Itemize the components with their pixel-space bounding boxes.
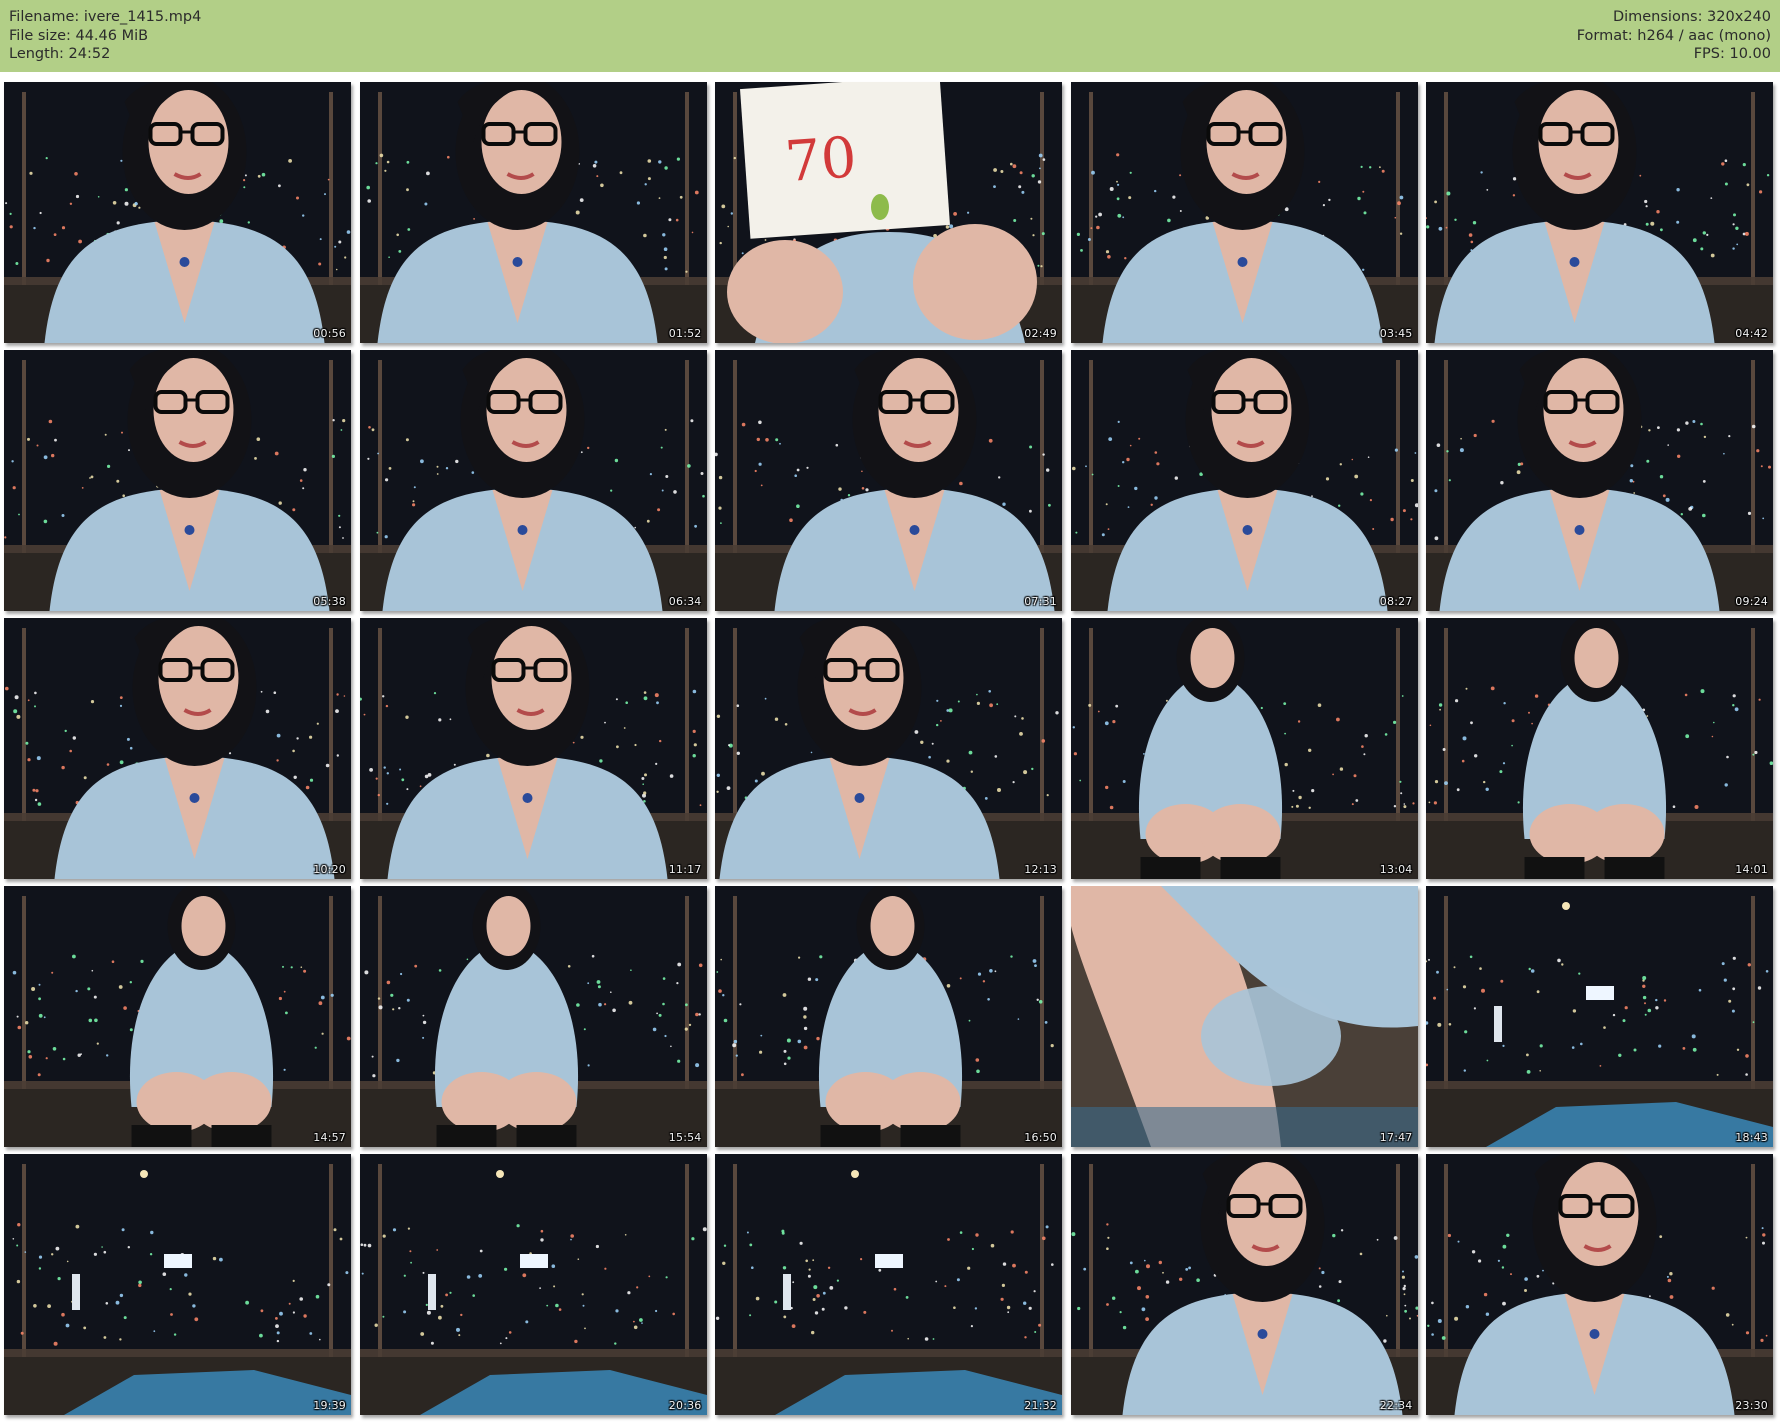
thumbnail-timestamp: 16:50 <box>1024 1131 1057 1144</box>
thumbnail-timestamp: 13:04 <box>1379 863 1413 876</box>
thumbnail-image <box>1070 618 1418 879</box>
stream-info: Dimensions: 320x240 Format: h264 / aac (… <box>1577 8 1771 64</box>
thumbnail-timestamp: 00:56 <box>313 327 346 340</box>
thumbnail-frame: 21:32 <box>715 1154 1062 1415</box>
thumbnail-frame: 14:57 <box>4 886 351 1147</box>
thumbnail-timestamp: 21:32 <box>1024 1399 1057 1412</box>
thumbnail-frame: 07:31 <box>715 350 1062 611</box>
thumbnail-frame: 10:20 <box>4 618 351 879</box>
thumbnail-timestamp: 11:17 <box>668 863 702 876</box>
thumbnail-image: 70 <box>715 82 1062 343</box>
thumbnail-frame: 15:54 <box>359 886 707 1147</box>
card-number: 70 <box>783 125 859 195</box>
filename-line: Filename: ivere_1415.mp4 <box>9 9 202 25</box>
thumbnail-timestamp: 02:49 <box>1024 327 1057 340</box>
thumbnail-image <box>4 886 351 1147</box>
thumbnail-timestamp: 18:43 <box>1735 1131 1768 1144</box>
thumbnail-frame: 12:13 <box>715 618 1062 879</box>
thumbnail-frame: 14:01 <box>1426 618 1773 879</box>
thumbnail-frame: 05:38 <box>4 350 351 611</box>
thumbnail-frame: 22:34 <box>1070 1154 1418 1415</box>
thumbnail-timestamp: 12:13 <box>1024 863 1057 876</box>
thumbnail-image <box>359 82 707 343</box>
thumbnail-timestamp: 04:42 <box>1735 327 1768 340</box>
thumbnail-image <box>4 350 351 611</box>
info-header: Filename: ivere_1415.mp4 File size: 44.4… <box>0 0 1780 72</box>
thumbnail-image <box>715 618 1062 879</box>
thumbnail-frame: 11:17 <box>359 618 707 879</box>
thumbnail-timestamp: 14:57 <box>313 1131 346 1144</box>
thumbnail-timestamp: 22:34 <box>1379 1399 1413 1412</box>
thumbnail-timestamp: 05:38 <box>313 595 346 608</box>
thumbnail-timestamp: 15:54 <box>668 1131 702 1144</box>
thumbnail-image <box>359 618 707 879</box>
thumbnail-image <box>715 1154 1062 1415</box>
thumbnail-image <box>1070 886 1418 1147</box>
thumbnail-grid: 00:56 01:52 70 02:49 03:45 04:42 05:38 06:34 07:… <box>4 82 1776 1418</box>
thumbnail-frame: 04:42 <box>1426 82 1773 343</box>
thumbnail-image <box>1426 350 1773 611</box>
file-info: Filename: ivere_1415.mp4 File size: 44.4… <box>9 8 201 64</box>
thumbnail-timestamp: 10:20 <box>313 863 346 876</box>
thumbnail-frame: 06:34 <box>359 350 707 611</box>
thumbnail-image <box>359 886 707 1147</box>
thumbnail-frame: 23:30 <box>1426 1154 1773 1415</box>
thumbnail-frame: 19:39 <box>4 1154 351 1415</box>
thumbnail-image <box>359 350 707 611</box>
thumbnail-image <box>1426 618 1773 879</box>
thumbnail-frame: 20:36 <box>359 1154 707 1415</box>
thumbnail-timestamp: 14:01 <box>1735 863 1768 876</box>
format-line: Format: h264 / aac (mono) <box>1576 27 1771 44</box>
thumbnail-timestamp: 20:36 <box>668 1399 702 1412</box>
fps-line: FPS: 10.00 <box>1693 46 1771 62</box>
thumbnail-frame: 08:27 <box>1070 350 1418 611</box>
thumbnail-timestamp: 07:31 <box>1024 595 1057 608</box>
thumbnail-frame: 16:50 <box>715 886 1062 1147</box>
thumbnail-image <box>715 350 1062 611</box>
thumbnail-timestamp: 01:52 <box>668 327 702 340</box>
thumbnail-frame: 01:52 <box>359 82 707 343</box>
thumbnail-frame: 00:56 <box>4 82 351 343</box>
thumbnail-image <box>1426 886 1773 1147</box>
thumbnail-frame: 18:43 <box>1426 886 1773 1147</box>
thumbnail-timestamp: 03:45 <box>1379 327 1413 340</box>
thumbnail-image <box>4 82 351 343</box>
thumbnail-frame: 13:04 <box>1070 618 1418 879</box>
filesize-line: File size: 44.46 MiB <box>9 27 149 44</box>
thumbnail-image <box>359 1154 707 1415</box>
thumbnail-image <box>1070 350 1418 611</box>
thumbnail-timestamp: 09:24 <box>1735 595 1768 608</box>
thumbnail-timestamp: 19:39 <box>313 1399 346 1412</box>
thumbnail-frame: 03:45 <box>1070 82 1418 343</box>
thumbnail-frame: 17:47 <box>1070 886 1418 1147</box>
thumbnail-image <box>1426 1154 1773 1415</box>
thumbnail-timestamp: 06:34 <box>668 595 702 608</box>
length-line: Length: 24:52 <box>9 46 111 62</box>
thumbnail-image <box>1070 1154 1418 1415</box>
thumbnail-image <box>715 886 1062 1147</box>
thumbnail-image <box>1426 82 1773 343</box>
thumbnail-frame: 70 02:49 <box>715 82 1062 343</box>
thumbnail-frame: 09:24 <box>1426 350 1773 611</box>
thumbnail-timestamp: 23:30 <box>1735 1399 1768 1412</box>
dimensions-line: Dimensions: 320x240 <box>1612 9 1771 25</box>
thumbnail-image <box>4 1154 351 1415</box>
thumbnail-image <box>4 618 351 879</box>
thumbnail-image <box>1070 82 1418 343</box>
thumbnail-timestamp: 17:47 <box>1379 1131 1413 1144</box>
thumbnail-timestamp: 08:27 <box>1379 595 1413 608</box>
